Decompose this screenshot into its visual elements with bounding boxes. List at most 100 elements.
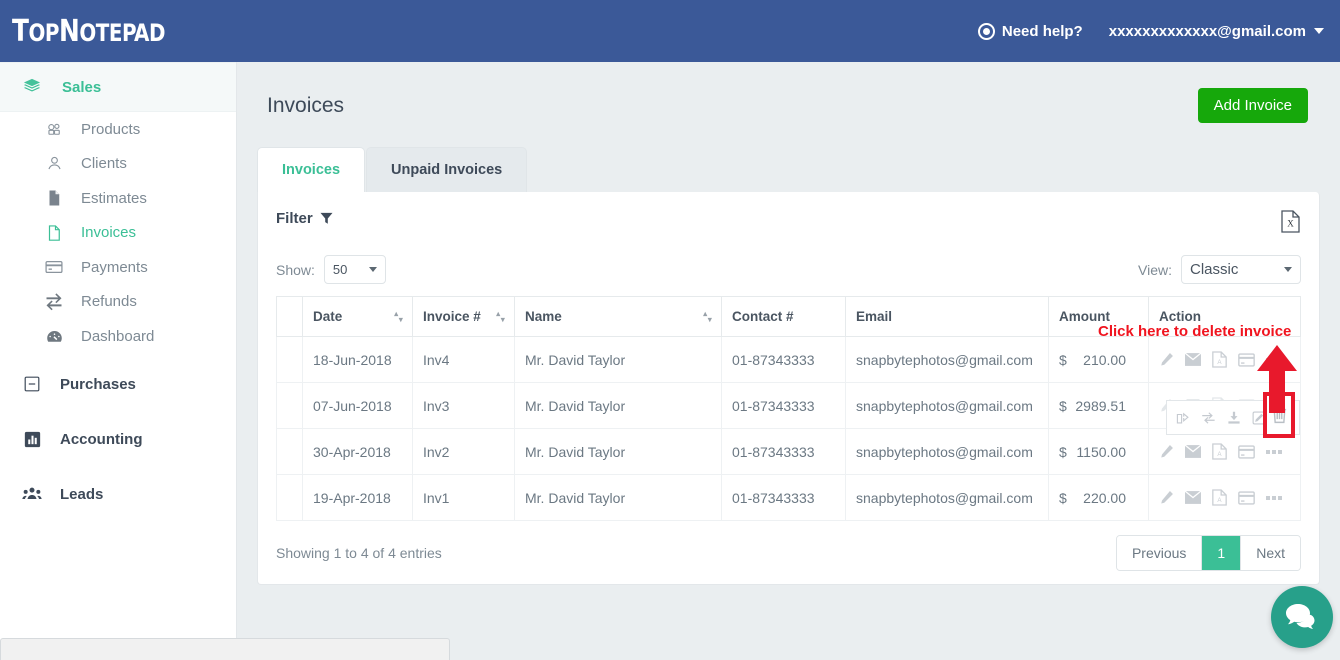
show-entries-control: Show: 50 xyxy=(276,255,386,284)
sidebar-item-refunds[interactable]: Refunds xyxy=(0,285,236,320)
tab-bar: Invoices Unpaid Invoices xyxy=(257,147,1340,192)
credit-card-icon[interactable] xyxy=(1238,490,1255,505)
page-title: Invoices xyxy=(267,93,345,117)
envelope-icon[interactable] xyxy=(1185,445,1201,458)
amount-value: 220.00 xyxy=(1083,489,1126,506)
currency-symbol: $ xyxy=(1059,443,1067,460)
pencil-icon[interactable] xyxy=(1159,490,1174,505)
need-help-button[interactable]: Need help? xyxy=(977,22,1083,40)
cell-name: Mr. David Taylor xyxy=(514,382,722,429)
column-name-label: Name xyxy=(525,309,562,324)
cell-contact: 01-87343333 xyxy=(721,428,846,475)
exchange-icon[interactable] xyxy=(1201,410,1216,425)
share-icon[interactable] xyxy=(1176,410,1190,426)
filter-toggle[interactable]: Filter xyxy=(276,210,333,227)
excel-export-icon[interactable]: X xyxy=(1281,210,1301,233)
show-entries-select[interactable]: 50 xyxy=(323,255,386,284)
chevron-down-icon xyxy=(368,267,377,272)
pagination-next[interactable]: Next xyxy=(1241,536,1300,570)
column-date[interactable]: Date xyxy=(302,296,413,337)
sidebar-section-accounting[interactable]: Accounting xyxy=(0,415,236,464)
up-arrow-annotation-icon xyxy=(1257,345,1297,413)
user-email-label: xxxxxxxxxxxxx@gmail.com xyxy=(1108,22,1306,40)
column-email-label: Email xyxy=(856,309,893,324)
cell-amount: $2989.51 xyxy=(1048,382,1149,429)
column-contact: Contact # xyxy=(721,296,846,337)
sidebar-item-invoices[interactable]: Invoices xyxy=(0,216,236,251)
pagination-page-1[interactable]: 1 xyxy=(1202,536,1242,570)
column-select xyxy=(276,296,303,337)
ellipsis-icon[interactable] xyxy=(1266,495,1282,500)
column-name[interactable]: Name xyxy=(514,296,722,337)
view-mode-control: View: Classic xyxy=(1138,255,1301,284)
chat-widget-button[interactable] xyxy=(1271,586,1333,648)
envelope-icon[interactable] xyxy=(1185,491,1201,504)
pencil-icon[interactable] xyxy=(1159,444,1174,459)
sidebar-item-dashboard-label: Dashboard xyxy=(81,327,155,345)
cell-contact: 01-87343333 xyxy=(721,336,846,383)
envelope-icon[interactable] xyxy=(1185,353,1201,366)
page-header: Invoices Add Invoice xyxy=(237,62,1340,123)
ellipsis-icon[interactable] xyxy=(1266,449,1282,454)
view-mode-select[interactable]: Classic xyxy=(1181,255,1301,284)
pdf-icon[interactable]: A xyxy=(1212,351,1227,368)
add-invoice-button[interactable]: Add Invoice xyxy=(1197,88,1308,123)
minus-square-icon xyxy=(22,374,42,394)
cell-email: snapbytephotos@gmail.com xyxy=(845,336,1049,383)
sidebar-item-payments[interactable]: Payments xyxy=(0,250,236,285)
cell-invoice: Inv2 xyxy=(412,428,515,475)
sidebar-section-accounting-label: Accounting xyxy=(60,430,143,448)
sidebar-item-products-label: Products xyxy=(81,120,141,138)
sidebar-section-purchases[interactable]: Purchases xyxy=(0,360,236,409)
credit-card-icon[interactable] xyxy=(1238,352,1255,367)
cell-email: snapbytephotos@gmail.com xyxy=(845,382,1049,429)
row-select-cell[interactable] xyxy=(276,382,303,429)
table-row[interactable]: 18-Jun-2018 Inv4 Mr. David Taylor 01-873… xyxy=(276,336,1301,383)
sidebar-item-clients[interactable]: Clients xyxy=(0,147,236,182)
view-mode-value: Classic xyxy=(1190,261,1239,278)
row-select-cell[interactable] xyxy=(276,428,303,475)
main-content-area: Invoices Add Invoice Invoices Unpaid Inv… xyxy=(237,62,1340,638)
filter-label: Filter xyxy=(276,210,313,227)
cell-name: Mr. David Taylor xyxy=(514,336,722,383)
row-select-cell[interactable] xyxy=(276,474,303,521)
pagination-previous[interactable]: Previous xyxy=(1116,536,1203,570)
sidebar-group-sales[interactable]: Sales xyxy=(0,62,236,112)
pdf-icon[interactable]: A xyxy=(1212,443,1227,460)
cell-amount: $210.00 xyxy=(1048,336,1149,383)
app-logo[interactable]: TTopOPNOTEPAD xyxy=(12,14,165,49)
bar-chart-icon xyxy=(22,429,42,449)
user-account-menu[interactable]: xxxxxxxxxxxxx@gmail.com xyxy=(1109,23,1324,40)
life-ring-icon xyxy=(977,22,995,40)
row-action-icons: A xyxy=(1159,443,1290,460)
cell-name: Mr. David Taylor xyxy=(514,428,722,475)
tab-unpaid-invoices[interactable]: Unpaid Invoices xyxy=(366,147,528,192)
credit-card-icon[interactable] xyxy=(1238,444,1255,459)
tab-invoices[interactable]: Invoices xyxy=(257,147,366,192)
cell-invoice: Inv4 xyxy=(412,336,515,383)
sidebar-section-leads[interactable]: Leads xyxy=(0,470,236,519)
download-icon[interactable] xyxy=(1227,410,1241,426)
sidebar-item-clients-label: Clients xyxy=(81,155,127,173)
top-bar-right: Need help? xxxxxxxxxxxxx@gmail.com xyxy=(977,22,1324,40)
row-select-cell[interactable] xyxy=(276,336,303,383)
show-entries-value: 50 xyxy=(332,262,348,277)
pencil-icon[interactable] xyxy=(1159,352,1174,367)
table-row[interactable]: 19-Apr-2018 Inv1 Mr. David Taylor 01-873… xyxy=(276,474,1301,521)
sidebar-item-estimates[interactable]: Estimates xyxy=(0,181,236,216)
show-label: Show: xyxy=(276,261,315,278)
sidebar-item-dashboard[interactable]: Dashboard xyxy=(0,319,236,354)
products-icon xyxy=(44,119,64,139)
table-row[interactable]: 07-Jun-2018 Inv3 Mr. David Taylor 01-873… xyxy=(276,382,1301,429)
amount-value: 2989.51 xyxy=(1075,397,1126,414)
table-row[interactable]: 30-Apr-2018 Inv2 Mr. David Taylor 01-873… xyxy=(276,428,1301,475)
column-invoice-number[interactable]: Invoice # xyxy=(412,296,515,337)
cell-actions: A xyxy=(1148,474,1301,521)
sidebar-item-estimates-label: Estimates xyxy=(81,189,147,207)
cell-contact: 01-87343333 xyxy=(721,474,846,521)
sidebar-item-products[interactable]: Products xyxy=(0,112,236,147)
sidebar-item-invoices-label: Invoices xyxy=(81,224,137,242)
amount-value: 210.00 xyxy=(1083,351,1126,368)
chat-bubbles-icon xyxy=(1286,604,1315,630)
pdf-icon[interactable]: A xyxy=(1212,489,1227,506)
